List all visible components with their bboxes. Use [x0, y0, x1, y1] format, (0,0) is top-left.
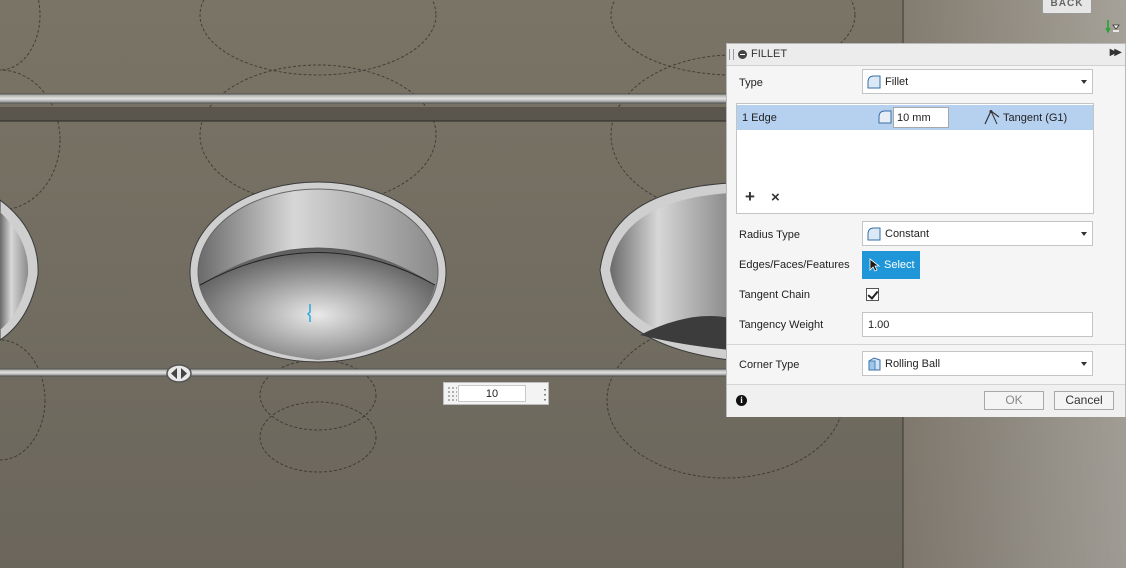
type-value: Fillet — [885, 76, 909, 88]
fillet-radius-icon — [878, 110, 892, 124]
drag-handle-arrows-icon[interactable] — [166, 364, 192, 383]
drag-grip-icon[interactable] — [729, 49, 734, 60]
continuity-value[interactable]: Tangent (G1) — [1003, 112, 1067, 124]
tangent-continuity-icon[interactable] — [983, 109, 1001, 126]
info-icon[interactable]: i — [736, 395, 747, 406]
tangent-chain-checkbox[interactable] — [866, 288, 879, 301]
chevron-down-icon — [1081, 362, 1087, 366]
dimension-value-input[interactable] — [458, 385, 526, 402]
radius-input[interactable] — [893, 107, 949, 128]
tangency-weight-input[interactable] — [862, 312, 1093, 337]
divider — [727, 344, 1125, 345]
collapse-icon[interactable] — [738, 50, 747, 59]
fillet-dialog: FILLET ▶▶ Type Fillet 1 Edge Tangent (G1… — [726, 43, 1126, 417]
radius-type-label: Radius Type — [739, 229, 800, 241]
radius-type-value: Constant — [885, 228, 930, 240]
ok-button[interactable]: OK — [984, 391, 1044, 410]
cancel-button[interactable]: Cancel — [1054, 391, 1114, 410]
edges-faces-features-label: Edges/Faces/Features — [739, 259, 850, 271]
dialog-title: FILLET — [751, 48, 788, 60]
chevron-down-icon — [1081, 80, 1087, 84]
dimension-input-box: ⋮ — [443, 382, 552, 405]
cursor-arrow-icon — [869, 258, 880, 272]
radius-type-dropdown[interactable]: Constant — [862, 221, 1093, 246]
corner-type-label: Corner Type — [739, 359, 800, 371]
select-button[interactable]: Select — [862, 251, 920, 279]
constant-radius-icon — [867, 227, 881, 241]
grip-icon[interactable] — [447, 386, 457, 401]
viewcube-face[interactable]: BACK — [1042, 0, 1092, 14]
chevron-down-icon — [1081, 232, 1087, 236]
edge-count-label: 1 Edge — [742, 112, 777, 124]
select-button-label: Select — [884, 259, 915, 271]
add-icon[interactable]: + — [745, 188, 755, 205]
corner-type-dropdown[interactable]: Rolling Ball — [862, 351, 1093, 376]
fillet-icon — [867, 75, 881, 89]
list-item[interactable]: 1 Edge Tangent (G1) — [737, 105, 1093, 130]
type-label: Type — [739, 77, 763, 89]
expand-dialog-icon[interactable]: ▶▶ — [1110, 47, 1123, 58]
dialog-footer: i OK Cancel — [727, 384, 1125, 417]
remove-icon[interactable]: × — [771, 190, 780, 205]
point-marker-icon — [306, 304, 313, 322]
rolling-ball-icon — [868, 357, 881, 371]
corner-type-value: Rolling Ball — [885, 358, 941, 370]
type-dropdown[interactable]: Fillet — [862, 69, 1093, 94]
selection-list: 1 Edge Tangent (G1) + × — [736, 103, 1094, 214]
dialog-header[interactable]: FILLET ▶▶ — [727, 44, 1125, 66]
tangent-chain-label: Tangent Chain — [739, 289, 810, 301]
tangency-weight-label: Tangency Weight — [739, 319, 824, 331]
viewcube-menu-icon[interactable] — [1104, 20, 1120, 34]
more-options-icon[interactable]: ⋮ — [538, 386, 552, 402]
